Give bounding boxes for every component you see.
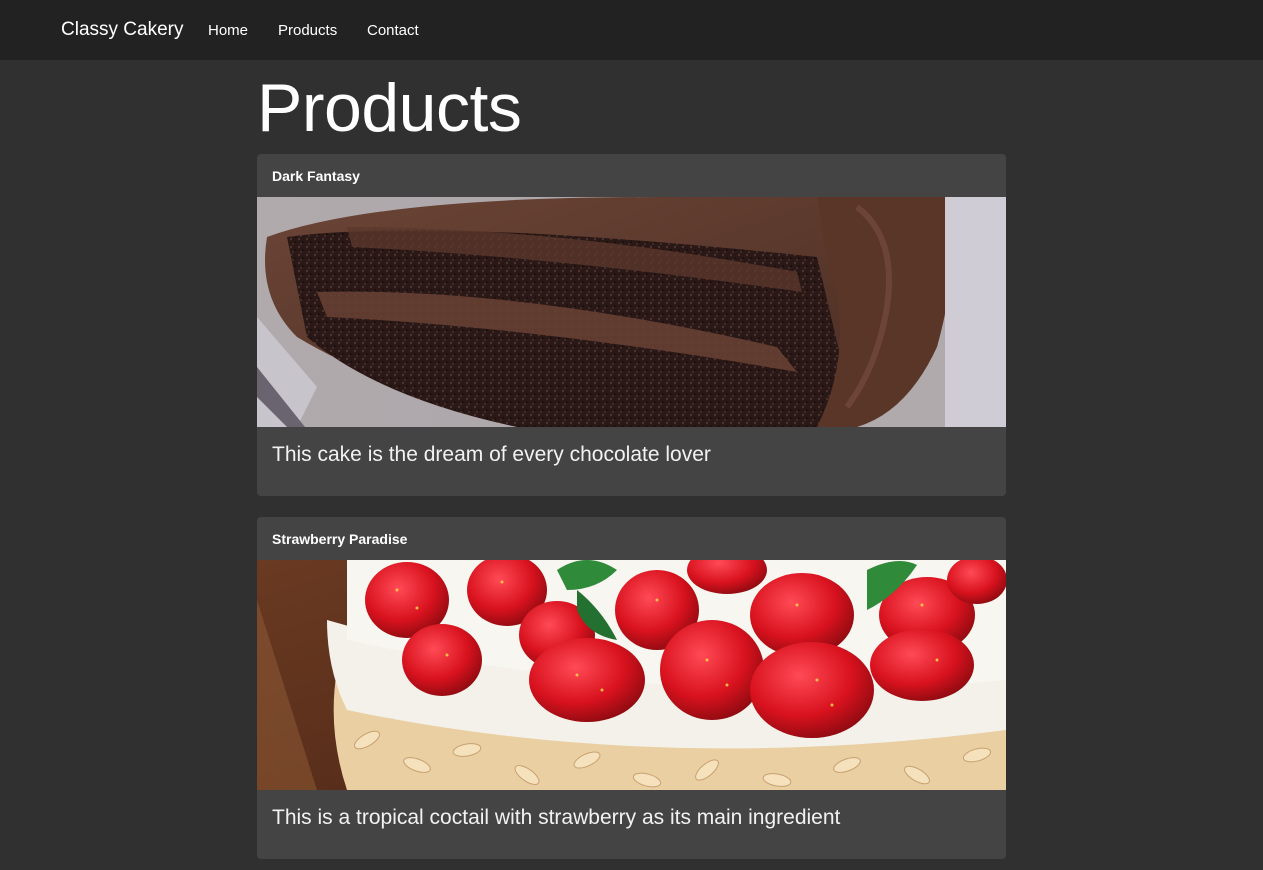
nav-link-contact[interactable]: Contact bbox=[367, 21, 419, 41]
chocolate-cake-photo-icon bbox=[257, 197, 1006, 427]
brand-link[interactable]: Classy Cakery bbox=[61, 18, 183, 42]
product-card-strawberry-paradise: Strawberry Paradise This is a tropical c… bbox=[257, 517, 1006, 859]
product-card-title: Strawberry Paradise bbox=[272, 531, 408, 547]
product-card-dark-fantasy: Dark Fantasy This cake is the dream of e… bbox=[257, 154, 1006, 496]
page-title: Products bbox=[257, 70, 522, 146]
top-navbar: Classy Cakery Home Products Contact bbox=[0, 0, 1263, 60]
nav-link-products[interactable]: Products bbox=[278, 21, 337, 41]
nav-link-home[interactable]: Home bbox=[208, 21, 248, 41]
product-card-title: Dark Fantasy bbox=[272, 168, 360, 184]
product-card-description: This is a tropical coctail with strawber… bbox=[272, 806, 841, 829]
strawberry-cake-photo-icon bbox=[257, 560, 1006, 790]
product-card-description: This cake is the dream of every chocolat… bbox=[272, 443, 711, 466]
